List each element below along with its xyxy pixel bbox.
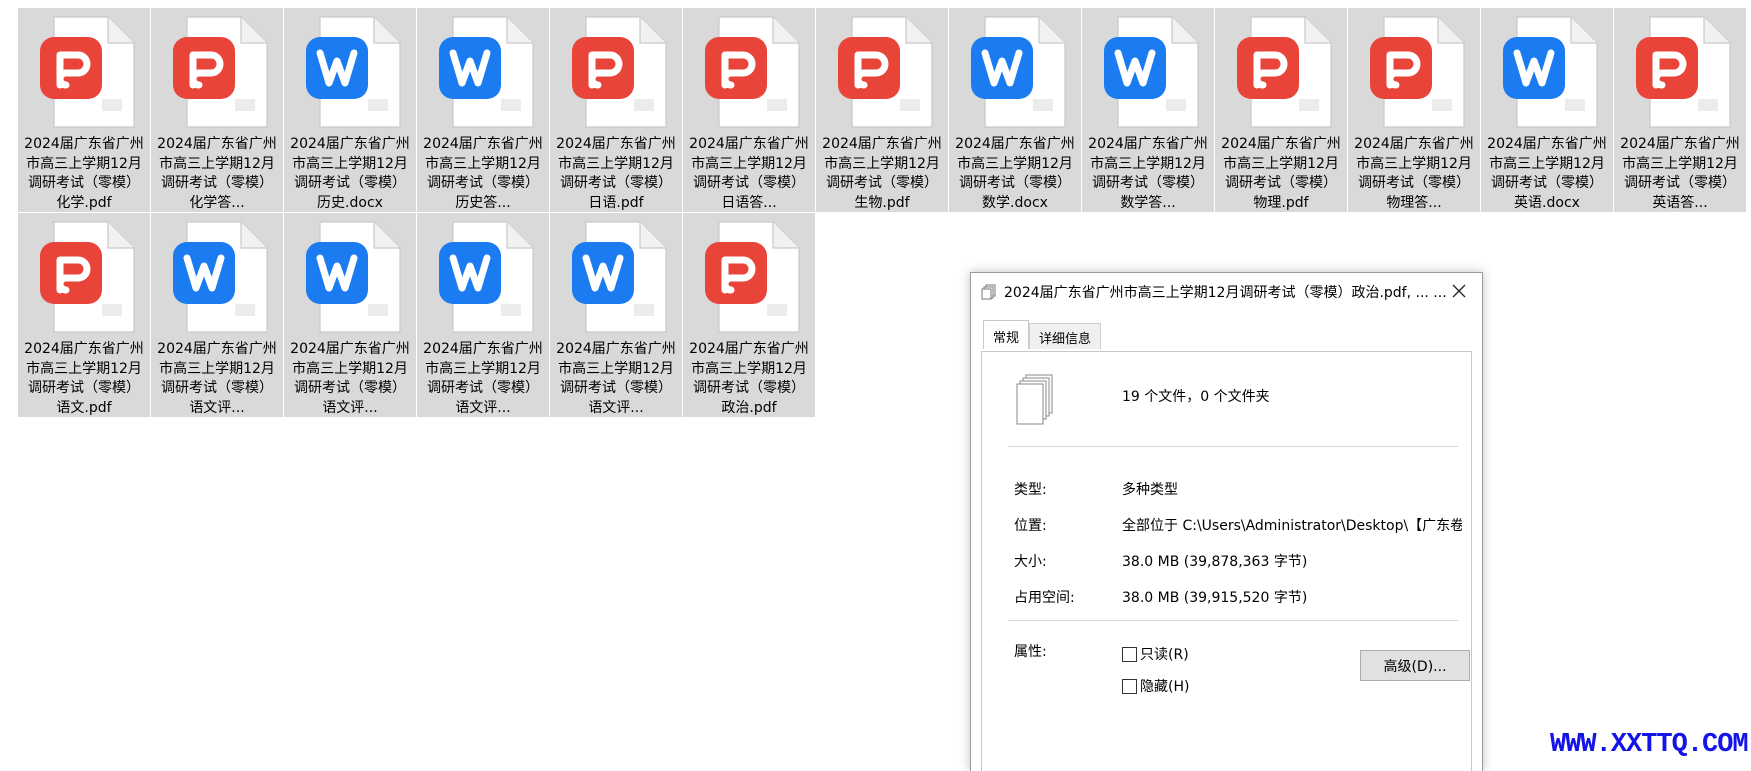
divider	[1008, 446, 1458, 447]
pdf-file-icon	[1628, 15, 1732, 129]
pdf-file-icon	[697, 220, 801, 334]
file-item[interactable]: 2024届广东省广州市高三上学期12月调研考试（零模）物理.pdf	[1215, 8, 1347, 212]
divider	[1008, 620, 1458, 621]
pdf-file-icon	[1362, 15, 1466, 129]
word-file-icon	[298, 15, 402, 129]
file-name: 2024届广东省广州市高三上学期12月调研考试（零模）语文评...	[290, 341, 410, 416]
file-item[interactable]: 2024届广东省广州市高三上学期12月调研考试（零模）物理答...	[1348, 8, 1480, 212]
hidden-label: 隐藏(H)	[1140, 679, 1190, 695]
word-file-icon	[1096, 15, 1200, 129]
dialog-title: 2024届广东省广州市高三上学期12月调研考试（零模）政治.pdf, ... .…	[1004, 284, 1447, 301]
file-item[interactable]: 2024届广东省广州市高三上学期12月调研考试（零模）语文.pdf	[18, 213, 150, 417]
disk-size-value: 38.0 MB (39,915,520 字节)	[1122, 590, 1308, 606]
pdf-file-icon	[1229, 15, 1333, 129]
word-file-icon	[431, 15, 535, 129]
file-item[interactable]: 2024届广东省广州市高三上学期12月调研考试（零模）日语答...	[683, 8, 815, 212]
watermark: WWW.XXTTQ.COM	[1550, 730, 1749, 760]
file-name: 2024届广东省广州市高三上学期12月调研考试（零模）生物.pdf	[822, 136, 942, 211]
advanced-button[interactable]: 高级(D)...	[1360, 650, 1470, 681]
readonly-option[interactable]: 只读(R)	[1122, 644, 1189, 664]
file-name: 2024届广东省广州市高三上学期12月调研考试（零模）物理.pdf	[1221, 136, 1341, 211]
file-item[interactable]: 2024届广东省广州市高三上学期12月调研考试（零模）英语.docx	[1481, 8, 1613, 212]
size-label: 大小:	[1014, 554, 1047, 570]
tab-general[interactable]: 常规	[983, 320, 1030, 349]
file-item[interactable]: 2024届广东省广州市高三上学期12月调研考试（零模）语文评...	[284, 213, 416, 417]
file-name: 2024届广东省广州市高三上学期12月调研考试（零模）英语.docx	[1487, 136, 1607, 211]
pdf-file-icon	[32, 15, 136, 129]
file-row: 2024届广东省广州市高三上学期12月调研考试（零模）化学.pdf 2024届广东…	[18, 8, 1746, 212]
file-grid: 2024届广东省广州市高三上学期12月调研考试（零模）化学.pdf 2024届广东…	[18, 8, 1746, 418]
file-item[interactable]: 2024届广东省广州市高三上学期12月调研考试（零模）英语答...	[1614, 8, 1746, 212]
file-name: 2024届广东省广州市高三上学期12月调研考试（零模）物理答...	[1354, 136, 1474, 211]
file-name: 2024届广东省广州市高三上学期12月调研考试（零模）语文评...	[157, 341, 277, 416]
file-name: 2024届广东省广州市高三上学期12月调研考试（零模）数学答...	[1088, 136, 1208, 211]
pdf-file-icon	[165, 15, 269, 129]
file-name: 2024届广东省广州市高三上学期12月调研考试（零模）日语答...	[689, 136, 809, 211]
file-name: 2024届广东省广州市高三上学期12月调研考试（零模）语文评...	[423, 341, 543, 416]
file-item[interactable]: 2024届广东省广州市高三上学期12月调研考试（零模）政治.pdf	[683, 213, 815, 417]
pdf-file-icon	[830, 15, 934, 129]
file-name: 2024届广东省广州市高三上学期12月调研考试（零模）化学答...	[157, 136, 277, 211]
file-row: 2024届广东省广州市高三上学期12月调研考试（零模）语文.pdf 2024届广东…	[18, 213, 1746, 417]
file-item[interactable]: 2024届广东省广州市高三上学期12月调研考试（零模）语文评...	[151, 213, 283, 417]
file-item[interactable]: 2024届广东省广州市高三上学期12月调研考试（零模）历史答...	[417, 8, 549, 212]
file-item[interactable]: 2024届广东省广州市高三上学期12月调研考试（零模）日语.pdf	[550, 8, 682, 212]
file-name: 2024届广东省广州市高三上学期12月调研考试（零模）语文评...	[556, 341, 676, 416]
readonly-label: 只读(R)	[1140, 647, 1189, 663]
selection-summary: 19 个文件，0 个文件夹	[1122, 389, 1270, 405]
file-name: 2024届广东省广州市高三上学期12月调研考试（零模）历史.docx	[290, 136, 410, 211]
file-item[interactable]: 2024届广东省广州市高三上学期12月调研考试（零模）数学.docx	[949, 8, 1081, 212]
file-name: 2024届广东省广州市高三上学期12月调研考试（零模）语文.pdf	[24, 341, 144, 416]
pdf-file-icon	[32, 220, 136, 334]
file-item[interactable]: 2024届广东省广州市高三上学期12月调研考试（零模）生物.pdf	[816, 8, 948, 212]
file-item[interactable]: 2024届广东省广州市高三上学期12月调研考试（零模）化学答...	[151, 8, 283, 212]
multiple-files-icon	[981, 284, 996, 299]
dialog-tabs: 常规 详细信息	[983, 320, 1102, 349]
dialog-titlebar[interactable]: 2024届广东省广州市高三上学期12月调研考试（零模）政治.pdf, ... .…	[971, 273, 1482, 310]
file-item[interactable]: 2024届广东省广州市高三上学期12月调研考试（零模）语文评...	[417, 213, 549, 417]
file-item[interactable]: 2024届广东省广州市高三上学期12月调研考试（零模）化学.pdf	[18, 8, 150, 212]
file-item[interactable]: 2024届广东省广州市高三上学期12月调研考试（零模）历史.docx	[284, 8, 416, 212]
file-name: 2024届广东省广州市高三上学期12月调研考试（零模）日语.pdf	[556, 136, 676, 211]
file-stack-icon	[1016, 374, 1053, 425]
file-name: 2024届广东省广州市高三上学期12月调研考试（零模）化学.pdf	[24, 136, 144, 211]
file-name: 2024届广东省广州市高三上学期12月调研考试（零模）政治.pdf	[689, 341, 809, 416]
hidden-option[interactable]: 隐藏(H)	[1122, 676, 1189, 696]
readonly-checkbox[interactable]	[1122, 646, 1137, 662]
hidden-checkbox[interactable]	[1122, 678, 1137, 694]
file-name: 2024届广东省广州市高三上学期12月调研考试（零模）英语答...	[1620, 136, 1740, 211]
word-file-icon	[963, 15, 1067, 129]
type-label: 类型:	[1014, 482, 1047, 498]
word-file-icon	[1495, 15, 1599, 129]
file-name: 2024届广东省广州市高三上学期12月调研考试（零模）数学.docx	[955, 136, 1075, 211]
location-label: 位置:	[1014, 518, 1047, 534]
word-file-icon	[165, 220, 269, 334]
pdf-file-icon	[564, 15, 668, 129]
file-name: 2024届广东省广州市高三上学期12月调研考试（零模）历史答...	[423, 136, 543, 211]
general-panel: 19 个文件，0 个文件夹 类型: 多种类型 位置: 全部位于 C:\Users…	[981, 351, 1472, 771]
disk-size-label: 占用空间:	[1014, 590, 1075, 606]
word-file-icon	[564, 220, 668, 334]
file-item[interactable]: 2024届广东省广州市高三上学期12月调研考试（零模）数学答...	[1082, 8, 1214, 212]
attributes-label: 属性:	[1014, 644, 1047, 660]
close-icon[interactable]	[1450, 282, 1468, 300]
properties-dialog: 2024届广东省广州市高三上学期12月调研考试（零模）政治.pdf, ... .…	[970, 272, 1483, 771]
tab-details[interactable]: 详细信息	[1029, 323, 1102, 349]
file-item[interactable]: 2024届广东省广州市高三上学期12月调研考试（零模）语文评...	[550, 213, 682, 417]
word-file-icon	[298, 220, 402, 334]
pdf-file-icon	[697, 15, 801, 129]
word-file-icon	[431, 220, 535, 334]
location-value: 全部位于 C:\Users\Administrator\Desktop\【广东卷…	[1122, 518, 1462, 534]
type-value: 多种类型	[1122, 482, 1178, 498]
size-value: 38.0 MB (39,878,363 字节)	[1122, 554, 1308, 570]
